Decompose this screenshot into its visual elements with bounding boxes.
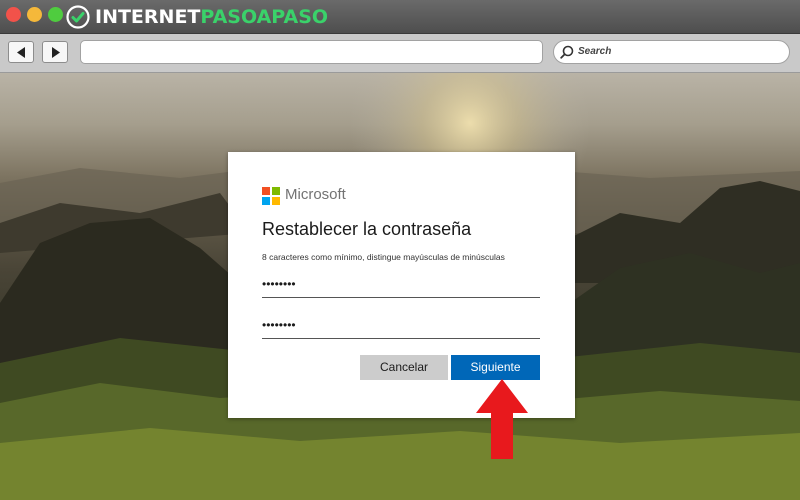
brand-logo-icon [66,5,90,29]
search-icon [560,45,574,59]
back-button[interactable] [8,41,34,63]
red-up-arrow-icon [476,379,528,459]
brand-name-part2: PASOAPASO [200,6,329,28]
cancel-button[interactable]: Cancelar [360,355,448,380]
zoom-window-button[interactable] [48,7,63,22]
new-password-field[interactable]: •••••••• [262,273,540,298]
brand-name-part1: INTERNET [95,6,201,28]
microsoft-logo-icon [262,187,280,205]
search-placeholder: Search [578,46,612,57]
search-box[interactable]: Search [553,40,790,64]
close-window-button[interactable] [6,7,21,22]
forward-button[interactable] [42,41,68,63]
browser-toolbar: Search [0,34,800,73]
microsoft-wordmark: Microsoft [285,186,346,203]
back-arrow-icon [17,47,25,58]
site-brand: INTERNETPASOAPASO [66,3,328,31]
brand-name: INTERNETPASOAPASO [95,6,328,28]
forward-arrow-icon [52,47,60,58]
minimize-window-button[interactable] [27,7,42,22]
title-bar: INTERNETPASOAPASO [0,0,800,34]
confirm-password-field[interactable]: •••••••• [262,314,540,339]
browser-window: INTERNETPASOAPASO Search Microsoft Resta… [0,0,800,500]
new-password-value: •••••••• [262,277,296,291]
confirm-password-value: •••••••• [262,318,296,332]
password-hint: 8 caracteres como mínimo, distingue mayú… [262,252,505,262]
dialog-title: Restablecer la contraseña [262,219,472,239]
address-bar[interactable] [80,40,543,64]
